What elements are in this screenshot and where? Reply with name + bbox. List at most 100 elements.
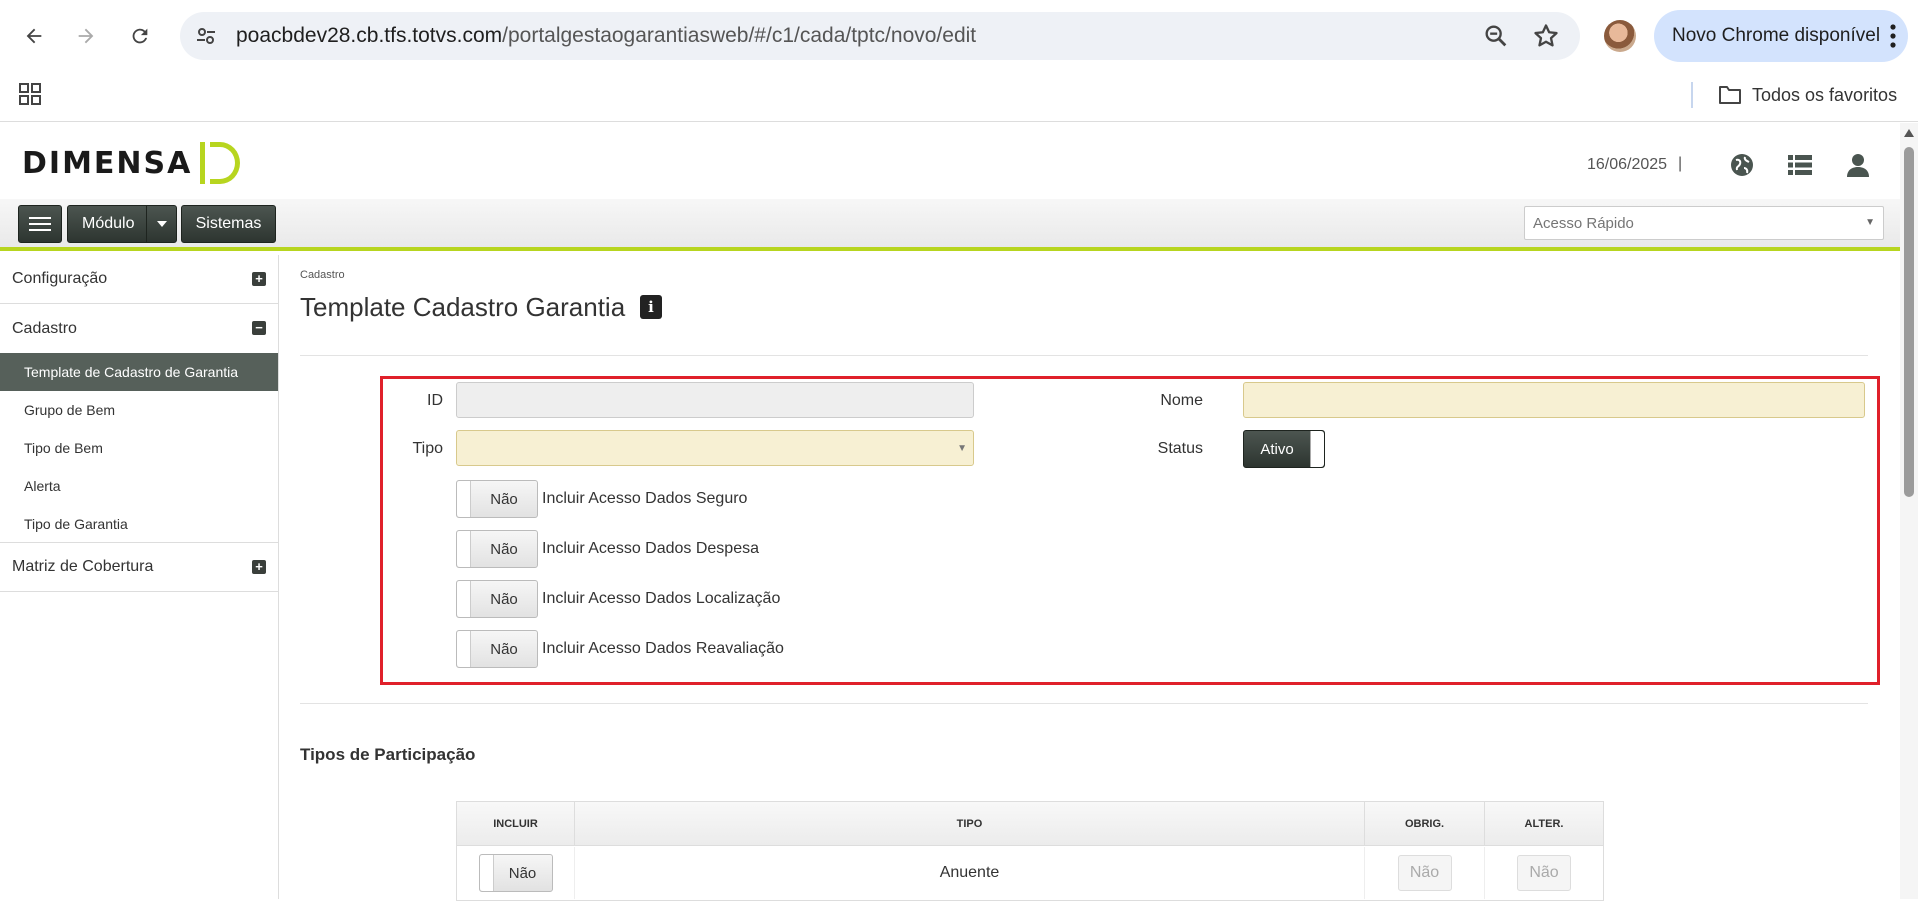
bookmarks-bar: Todos os favoritos: [0, 72, 1918, 122]
reload-icon: [132, 28, 148, 44]
main-content: Cadastro Template Cadastro Garantia i ID…: [280, 255, 1900, 901]
despesa-toggle-value: Não: [490, 541, 518, 558]
localizacao-toggle[interactable]: Não: [456, 580, 538, 618]
status-toggle[interactable]: Ativo: [1243, 430, 1325, 468]
participacao-section-title: Tipos de Participação: [300, 745, 476, 764]
toggle-knob: [1310, 431, 1324, 467]
sidebar-item-grupo-de-bem[interactable]: Grupo de Bem: [0, 391, 278, 429]
all-bookmarks-button[interactable]: Todos os favoritos: [1718, 80, 1897, 110]
sidebar-group-configuracao[interactable]: Configuração +: [0, 255, 278, 304]
incluir-toggle-value: Não: [508, 865, 537, 882]
zoom-icon[interactable]: [1482, 22, 1510, 50]
status-toggle-value: Ativo: [1260, 441, 1294, 458]
logo-wordmark: DIMENSA: [22, 145, 193, 181]
seguro-toggle-value: Não: [490, 491, 518, 508]
sidebar-group-cadastro[interactable]: Cadastro −: [0, 304, 278, 353]
expand-icon[interactable]: +: [252, 560, 266, 574]
column-header-tipo[interactable]: TIPO: [575, 802, 1365, 846]
obrig-toggle[interactable]: Não: [1397, 855, 1452, 891]
sidebar-item-label: Tipo de Bem: [24, 440, 103, 456]
app-header: DIMENSA 16/06/2025 |: [0, 123, 1900, 199]
sidebar-item-template-cadastro-garantia[interactable]: Template de Cadastro de Garantia: [0, 353, 278, 391]
page-scrollbar[interactable]: [1900, 123, 1918, 899]
incluir-toggle[interactable]: Não: [478, 854, 553, 892]
back-arrow-icon: [26, 28, 42, 44]
all-bookmarks-label: Todos os favoritos: [1752, 84, 1898, 105]
nome-field[interactable]: [1243, 382, 1865, 418]
logo-mark-icon: [200, 142, 241, 184]
back-button[interactable]: [16, 18, 52, 54]
url-domain: poacbdev28.cb.tfs.totvs.com: [236, 24, 503, 47]
modulo-label: Módulo: [82, 215, 135, 232]
divider: [300, 355, 1868, 356]
site-settings-icon[interactable]: [194, 24, 218, 48]
sidebar-group-matriz-de-cobertura[interactable]: Matriz de Cobertura +: [0, 543, 278, 592]
sidebar-item-alerta[interactable]: Alerta: [0, 467, 278, 505]
highlighted-form-section: ID Nome Tipo ▼ Status Ativo Não Incluir …: [380, 376, 1880, 685]
collapse-icon[interactable]: −: [252, 321, 266, 335]
column-header-obrig[interactable]: OBRIG.: [1365, 802, 1485, 846]
breadcrumb[interactable]: Cadastro: [300, 269, 345, 281]
alter-toggle[interactable]: Não: [1517, 855, 1571, 891]
forward-button[interactable]: [68, 18, 104, 54]
hamburger-icon: [29, 217, 51, 231]
id-field[interactable]: [456, 382, 974, 418]
reavaliacao-toggle-value: Não: [490, 641, 518, 658]
incluir-cell: Não: [457, 847, 575, 899]
chevron-down-icon: ▼: [1865, 217, 1875, 228]
despesa-toggle[interactable]: Não: [456, 530, 538, 568]
scroll-up-icon[interactable]: [1904, 129, 1914, 137]
address-bar[interactable]: poacbdev28.cb.tfs.totvs.com/portalgestao…: [180, 12, 1580, 60]
sistemas-button[interactable]: Sistemas: [181, 205, 276, 243]
bookmark-star-icon[interactable]: [1532, 22, 1560, 50]
sidebar-group-label: Matriz de Cobertura: [12, 558, 154, 575]
dimensa-logo[interactable]: DIMENSA: [22, 142, 244, 184]
profile-avatar[interactable]: [1604, 20, 1636, 52]
current-date: 16/06/2025: [1587, 156, 1668, 173]
quick-access-input[interactable]: [1525, 207, 1845, 239]
sidebar-item-label: Tipo de Garantia: [24, 515, 128, 532]
apps-grid-icon[interactable]: [18, 82, 42, 106]
header-separator: |: [1678, 155, 1683, 172]
quick-access-select[interactable]: ▼: [1524, 206, 1884, 240]
reload-button[interactable]: [122, 18, 158, 54]
chrome-update-button[interactable]: Novo Chrome disponível: [1654, 10, 1908, 62]
chevron-down-icon: ▼: [957, 443, 967, 454]
bookmarks-divider: [1691, 82, 1693, 108]
sidebar-group-label: Cadastro: [12, 319, 77, 337]
folder-icon: [1719, 86, 1741, 104]
modulo-dropdown-toggle[interactable]: [146, 206, 176, 242]
sidebar-group-label: Configuração: [12, 270, 108, 287]
despesa-label: Incluir Acesso Dados Despesa: [542, 540, 759, 557]
sidebar: Configuração + Cadastro − Template de Ca…: [0, 255, 279, 899]
toggle-knob: [479, 855, 494, 891]
info-icon[interactable]: i: [640, 295, 662, 319]
reavaliacao-label: Incluir Acesso Dados Reavaliação: [542, 640, 784, 657]
seguro-label: Incluir Acesso Dados Seguro: [542, 490, 748, 507]
column-header-incluir[interactable]: INCLUIR: [457, 802, 575, 846]
tipo-cell: Anuente: [575, 847, 1365, 899]
sidebar-item-label: Template de Cadastro de Garantia: [24, 364, 239, 380]
tipo-select[interactable]: ▼: [456, 430, 974, 466]
scrollbar-thumb[interactable]: [1904, 147, 1914, 497]
seguro-toggle[interactable]: Não: [456, 480, 538, 518]
hamburger-menu-button[interactable]: [18, 205, 62, 243]
status-label: Status: [1157, 440, 1203, 457]
sidebar-item-tipo-de-garantia[interactable]: Tipo de Garantia: [0, 505, 278, 543]
modulo-button[interactable]: Módulo: [67, 205, 177, 243]
user-icon[interactable]: [1844, 151, 1872, 179]
url-path: /portalgestaogarantiasweb/#/c1/cada/tptc…: [502, 24, 977, 47]
reavaliacao-toggle[interactable]: Não: [456, 630, 538, 668]
localizacao-label: Incluir Acesso Dados Localização: [542, 590, 781, 607]
chrome-update-label: Novo Chrome disponível: [1672, 25, 1881, 46]
url-text: poacbdev28.cb.tfs.totvs.com/portalgestao…: [236, 24, 976, 48]
column-header-alter[interactable]: ALTER.: [1485, 802, 1603, 846]
list-menu-icon[interactable]: [1786, 151, 1814, 179]
caret-down-icon: [156, 221, 167, 227]
toggle-knob: [457, 581, 471, 617]
sidebar-item-tipo-de-bem[interactable]: Tipo de Bem: [0, 429, 278, 467]
expand-icon[interactable]: +: [252, 272, 266, 286]
toggle-knob: [457, 631, 471, 667]
toggle-knob: [457, 481, 471, 517]
globe-icon[interactable]: [1728, 151, 1756, 179]
